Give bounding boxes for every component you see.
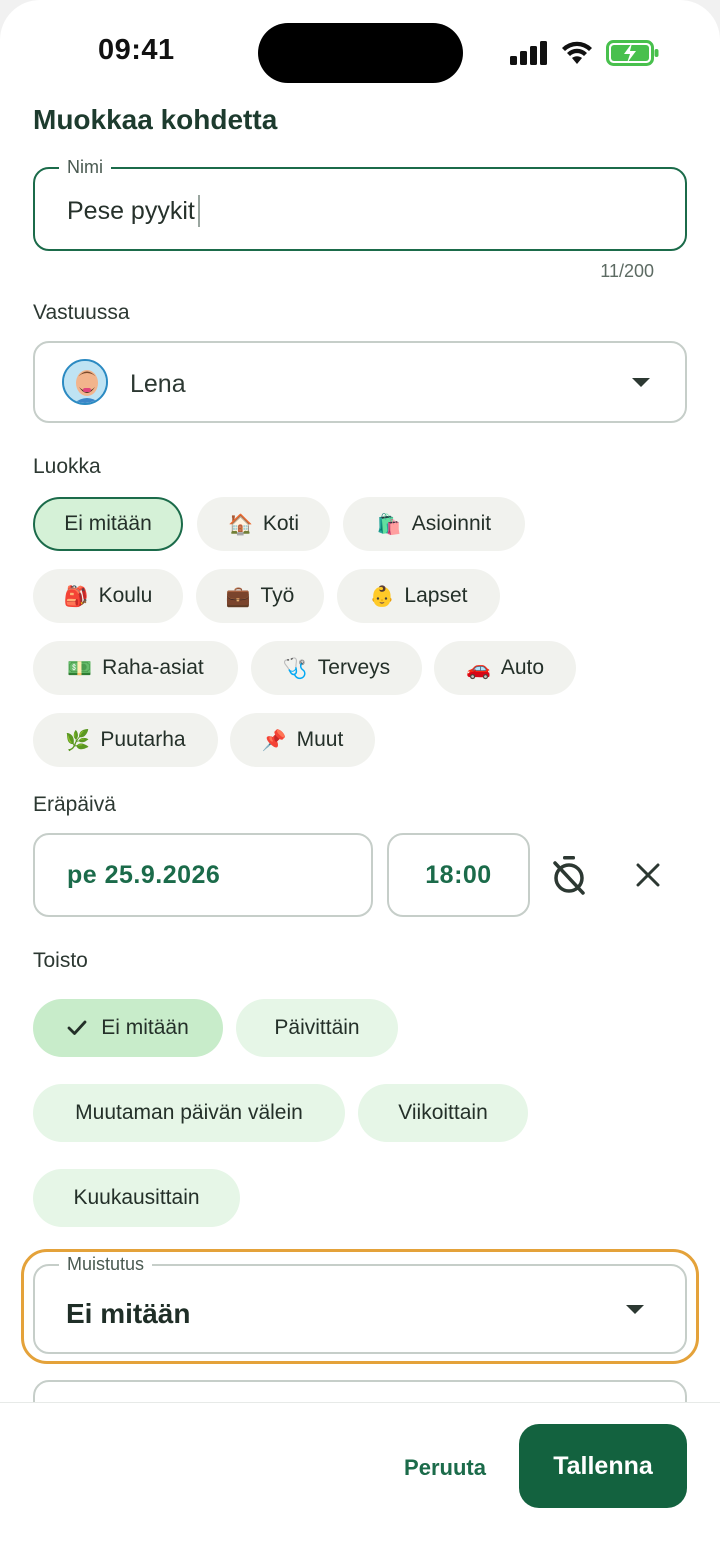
repeat-option-weekly[interactable]: Viikoittain [358,1084,528,1142]
name-input-value: Pese pyykit [67,196,195,225]
repeat-option-every-few-days[interactable]: Muutaman päivän välein [33,1084,345,1142]
pushpin-icon: 📌 [261,729,287,752]
status-icons [510,36,660,70]
assignee-label: Vastuussa [33,301,130,324]
category-chip-health[interactable]: 🩺 Terveys [251,641,422,695]
clear-date-icon[interactable] [636,863,660,887]
category-chip-school[interactable]: 🎒 Koulu [33,569,183,623]
due-date-field[interactable]: pe 25.9.2026 [33,833,373,917]
category-chip-errands[interactable]: 🛍️ Asioinnit [343,497,525,551]
chevron-down-icon [632,378,650,387]
shopping-bags-icon: 🛍️ [376,513,402,536]
status-time: 09:41 [98,34,175,66]
assignee-value: Lena [130,370,186,398]
battery-charging-icon [606,40,659,66]
cancel-button[interactable]: Peruuta [390,1440,500,1496]
backpack-icon: 🎒 [63,585,89,608]
stethoscope-icon: 🩺 [282,657,308,680]
house-icon: 🏠 [227,513,253,536]
character-counter: 11/200 [600,261,654,281]
repeat-option-none[interactable]: Ei mitään [33,999,223,1057]
reminder-label: Muistutus [59,1254,153,1275]
category-chip-work[interactable]: 💼 Työ [196,569,324,623]
category-chip-kids[interactable]: 👶 Lapset [337,569,500,623]
reminder-value: Ei mitään [66,1298,191,1329]
money-icon: 💵 [67,657,93,680]
timer-off-icon[interactable] [550,855,588,895]
name-field[interactable]: Nimi Pese pyykit [33,157,687,251]
repeat-label: Toisto [33,949,88,972]
category-chip-none[interactable]: Ei mitään [33,497,183,551]
check-icon [67,1020,87,1035]
repeat-option-monthly[interactable]: Kuukausittain [33,1169,240,1227]
due-date-label: Eräpäivä [33,793,116,816]
briefcase-icon: 💼 [225,585,251,608]
category-label: Luokka [33,455,101,478]
text-cursor [197,195,200,227]
avatar [62,359,108,405]
category-chip-car[interactable]: 🚗 Auto [434,641,576,695]
category-chip-garden[interactable]: 🌿 Puutarha [33,713,218,767]
dynamic-island [258,23,463,83]
name-field-label: Nimi [59,157,111,178]
page-title: Muokkaa kohdetta [33,104,278,135]
category-chip-other[interactable]: 📌 Muut [230,713,375,767]
car-icon: 🚗 [465,657,491,680]
reminder-dropdown[interactable]: Muistutus Ei mitään [33,1254,687,1354]
due-time-field[interactable]: 18:00 [387,833,530,917]
save-button[interactable]: Tallenna [519,1424,687,1508]
edit-item-sheet: 09:41 Muokkaa kohdetta Nimi Pese pyykit [0,0,720,1564]
child-icon: 👶 [369,585,395,608]
category-chip-home[interactable]: 🏠 Koti [197,497,330,551]
category-chip-finance[interactable]: 💵 Raha-asiat [33,641,238,695]
repeat-option-daily[interactable]: Päivittäin [236,999,398,1057]
chevron-down-icon [626,1305,644,1314]
herb-icon: 🌿 [65,729,91,752]
wifi-icon [562,41,592,64]
cellular-signal-icon [510,41,547,65]
